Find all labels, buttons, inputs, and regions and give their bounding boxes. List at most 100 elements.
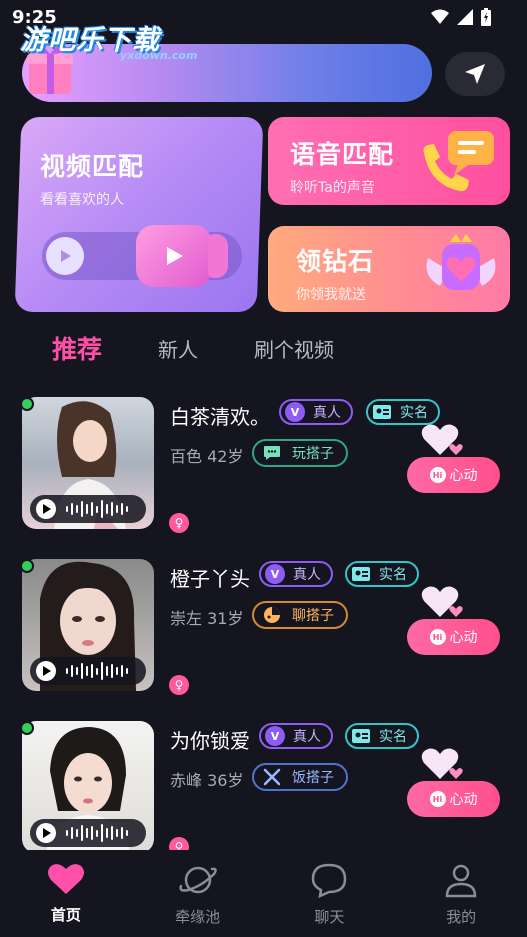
diamond-card[interactable]: 领钻石 你领我就送 (268, 226, 510, 312)
nav-profile-label: 我的 (446, 908, 477, 926)
real-person-label: 真人 (313, 405, 341, 421)
play-icon (46, 237, 84, 275)
floating-hearts-icon (421, 586, 463, 617)
waveform-icon (66, 824, 128, 842)
female-gender-icon: ♀ (169, 675, 189, 695)
online-indicator (20, 397, 34, 411)
user-location: 百色 (170, 447, 203, 466)
user-age: 36岁 (207, 771, 244, 790)
real-person-badge: V 真人 (259, 723, 333, 749)
hi-icon: Hi (429, 629, 446, 645)
id-card-icon (351, 726, 371, 746)
navigation-arrow-icon (465, 64, 485, 84)
chat-bubble-icon (312, 863, 347, 898)
interest-tag: 玩搭子 (252, 439, 348, 467)
user-name: 橙子丫头 (170, 567, 250, 591)
phone-message-icon (423, 131, 494, 192)
real-person-label: 真人 (293, 729, 321, 745)
signal-icon (457, 9, 473, 25)
user-location: 赤峰 (170, 771, 203, 790)
nav-home-label: 首页 (50, 906, 81, 924)
interest-tag: 饭搭子 (252, 763, 348, 791)
online-indicator (20, 721, 34, 735)
voice-match-subtitle: 聆听Ta的声音 (290, 180, 375, 196)
real-person-label: 真人 (293, 567, 321, 583)
verified-badge: 实名 (345, 723, 419, 749)
like-button[interactable]: Hi 心动 (407, 457, 500, 493)
nav-profile[interactable]: 我的 (395, 850, 527, 937)
voice-intro-button[interactable] (30, 657, 146, 685)
camera-lens-shape (208, 234, 228, 278)
user-name: 为你锁爱 (170, 729, 250, 753)
user-meta: 赤峰 36岁 (170, 767, 243, 791)
video-match-subtitle: 看看喜欢的人 (40, 192, 124, 208)
hi-icon: Hi (429, 791, 446, 807)
list-item[interactable]: ♀ 为你锁爱 V 真人 实名 赤峰 36岁 饭搭子 Hi 心动 (0, 709, 527, 850)
v-icon: V (265, 564, 285, 584)
home-heart-icon (47, 864, 84, 894)
voice-intro-button[interactable] (30, 495, 146, 523)
user-list: ♀ 白茶清欢。 V 真人 实名 百色 42岁 玩搭子 Hi 心动 ♀ 橙子丫头 … (0, 385, 527, 850)
verified-badge: 实名 (345, 561, 419, 587)
floating-hearts-icon (421, 424, 463, 455)
floating-hearts-icon (421, 748, 463, 779)
like-label: 心动 (449, 630, 478, 646)
like-label: 心动 (449, 792, 478, 808)
location-button[interactable] (445, 52, 505, 96)
female-gender-icon: ♀ (169, 837, 189, 850)
play-icon (36, 661, 56, 681)
tab-new[interactable]: 新人 (158, 334, 198, 363)
user-age: 31岁 (207, 609, 244, 628)
interest-tag-label: 聊搭子 (292, 608, 334, 624)
tab-videos[interactable]: 刷个视频 (254, 334, 334, 363)
bottom-nav: 首页 牵缘池 聊天 我的 (0, 850, 527, 937)
hi-icon: Hi (429, 467, 446, 483)
id-card-icon (372, 402, 392, 422)
female-gender-icon: ♀ (169, 513, 189, 533)
interest-tag: 聊搭子 (252, 601, 348, 629)
wifi-icon (431, 9, 449, 24)
like-button[interactable]: Hi 心动 (407, 619, 500, 655)
voice-intro-button[interactable] (30, 819, 146, 847)
waveform-icon (66, 662, 128, 680)
verified-label: 实名 (379, 567, 407, 583)
real-person-badge: V 真人 (279, 399, 353, 425)
list-item[interactable]: ♀ 橙子丫头 V 真人 实名 崇左 31岁 聊搭子 Hi 心动 (0, 547, 527, 709)
video-match-card[interactable]: 视频匹配 看看喜欢的人 (14, 117, 264, 312)
feed-tabs: 推荐 新人 刷个视频 (52, 330, 390, 366)
tab-recommend[interactable]: 推荐 (52, 330, 102, 366)
online-indicator (20, 559, 34, 573)
utensils-icon (262, 767, 282, 787)
interest-tag-label: 玩搭子 (292, 446, 334, 462)
like-button[interactable]: Hi 心动 (407, 781, 500, 817)
watermark-url: yxdown.com (120, 49, 198, 62)
nav-match-pool-label: 牵缘池 (175, 908, 221, 926)
nav-chat-label: 聊天 (314, 908, 345, 926)
profile-icon (445, 864, 477, 898)
verified-label: 实名 (379, 729, 407, 745)
voice-match-card[interactable]: 语音匹配 聆听Ta的声音 (268, 117, 510, 205)
status-icons (431, 8, 491, 26)
user-meta: 崇左 31岁 (170, 605, 243, 629)
interest-tag-label: 饭搭子 (292, 770, 334, 786)
play-icon (36, 823, 56, 843)
winged-heart-icon (426, 234, 496, 290)
real-person-badge: V 真人 (259, 561, 333, 587)
id-card-icon (351, 564, 371, 584)
pizza-icon (262, 605, 282, 625)
nav-match-pool[interactable]: 牵缘池 (132, 850, 264, 937)
waveform-icon (66, 500, 128, 518)
nav-home[interactable]: 首页 (0, 850, 132, 937)
nav-chat[interactable]: 聊天 (264, 850, 396, 937)
diamond-subtitle: 你领我就送 (296, 287, 366, 303)
video-match-title: 视频匹配 (40, 152, 145, 181)
like-label: 心动 (449, 468, 478, 484)
list-item[interactable]: ♀ 白茶清欢。 V 真人 实名 百色 42岁 玩搭子 Hi 心动 (0, 385, 527, 547)
v-icon: V (285, 402, 305, 422)
voice-match-title: 语音匹配 (290, 140, 395, 169)
v-icon: V (265, 726, 285, 746)
chat-icon (262, 443, 282, 463)
user-age: 42岁 (207, 447, 244, 466)
battery-icon (481, 8, 491, 26)
diamond-title: 领钻石 (296, 247, 375, 276)
